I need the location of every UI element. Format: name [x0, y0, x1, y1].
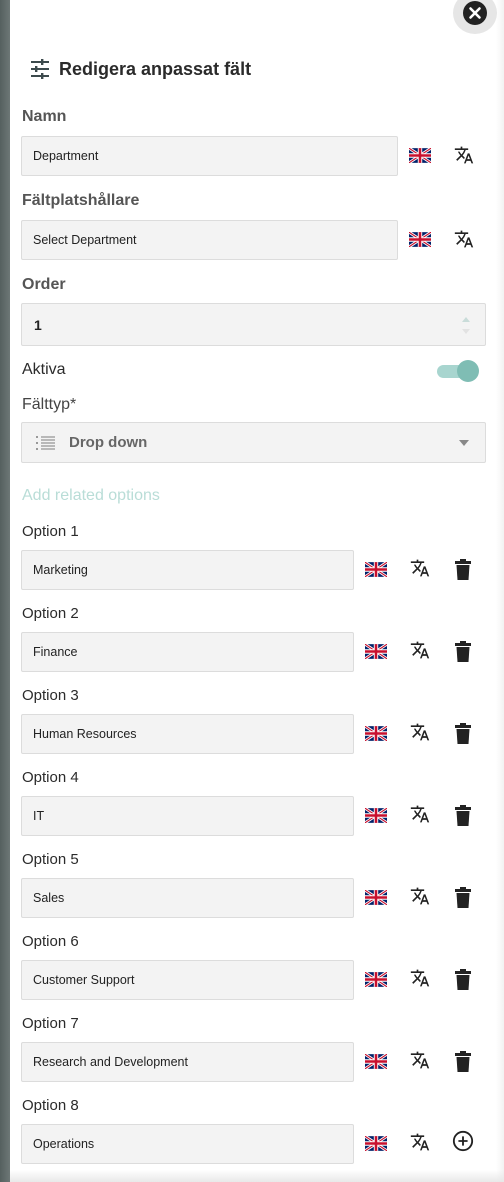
field-type-value: Drop down — [69, 434, 148, 451]
number-spinner-icon[interactable] — [461, 311, 471, 339]
delete-option-button[interactable] — [452, 641, 474, 663]
panel-header: Redigera anpassat fält — [30, 56, 251, 82]
order-value: 1 — [34, 316, 42, 333]
placeholder-label: Fältplatshållare — [22, 192, 140, 209]
order-number-input[interactable]: 1 — [21, 303, 486, 346]
option-label: Option 4 — [22, 769, 79, 786]
uk-flag-icon[interactable] — [409, 232, 431, 247]
tune-sliders-icon — [31, 59, 49, 79]
uk-flag-icon[interactable] — [365, 726, 387, 741]
edit-custom-field-panel — [10, 0, 504, 1182]
close-icon — [463, 1, 487, 25]
option-input[interactable]: Human Resources — [21, 714, 354, 754]
option-label: Option 2 — [22, 605, 79, 622]
name-field[interactable]: Department — [21, 136, 398, 176]
trash-icon — [455, 559, 471, 580]
placeholder-field[interactable]: Select Department — [21, 220, 398, 260]
uk-flag-icon[interactable] — [365, 1054, 387, 1069]
uk-flag-icon[interactable] — [365, 562, 387, 577]
active-toggle[interactable] — [437, 360, 479, 382]
delete-option-button[interactable] — [452, 1051, 474, 1073]
uk-flag-icon[interactable] — [365, 808, 387, 823]
option-label: Option 5 — [22, 851, 79, 868]
translate-icon[interactable] — [409, 803, 431, 825]
modal-backdrop[interactable] — [0, 0, 10, 1182]
translate-icon[interactable] — [409, 885, 431, 907]
translate-icon[interactable] — [409, 1049, 431, 1071]
option-label: Option 8 — [22, 1097, 79, 1114]
option-label: Option 7 — [22, 1015, 79, 1032]
trash-icon — [455, 641, 471, 662]
delete-option-button[interactable] — [452, 887, 474, 909]
field-type-select[interactable]: Drop down — [21, 422, 486, 463]
option-input[interactable]: IT — [21, 796, 354, 836]
plus-circle-icon — [452, 1130, 474, 1152]
translate-icon[interactable] — [409, 721, 431, 743]
list-icon — [36, 435, 55, 450]
field-type-label: Fälttyp* — [22, 396, 77, 413]
delete-option-button[interactable] — [452, 723, 474, 745]
panel-edge-shadow — [496, 0, 504, 1182]
uk-flag-icon[interactable] — [365, 972, 387, 987]
translate-icon[interactable] — [409, 557, 431, 579]
option-label: Option 1 — [22, 523, 79, 540]
option-input[interactable]: Research and Development — [21, 1042, 354, 1082]
trash-icon — [455, 723, 471, 744]
chevron-down-icon — [459, 440, 469, 446]
order-label: Order — [22, 276, 66, 293]
panel-bottom-fade — [10, 1170, 504, 1182]
page-title: Redigera anpassat fält — [59, 58, 252, 79]
toggle-knob — [457, 360, 479, 382]
option-input[interactable]: Sales — [21, 878, 354, 918]
translate-icon[interactable] — [453, 228, 475, 250]
translate-icon[interactable] — [409, 1131, 431, 1153]
option-input[interactable]: Operations — [21, 1124, 354, 1164]
option-input[interactable]: Marketing — [21, 550, 354, 590]
trash-icon — [455, 805, 471, 826]
trash-icon — [455, 887, 471, 908]
add-related-options-link[interactable]: Add related options — [22, 487, 160, 505]
uk-flag-icon[interactable] — [365, 890, 387, 905]
trash-icon — [455, 969, 471, 990]
add-option-button[interactable] — [452, 1130, 474, 1152]
active-label: Aktiva — [22, 361, 66, 378]
translate-icon[interactable] — [453, 144, 475, 166]
delete-option-button[interactable] — [452, 969, 474, 991]
uk-flag-icon[interactable] — [365, 644, 387, 659]
translate-icon[interactable] — [409, 967, 431, 989]
option-input[interactable]: Finance — [21, 632, 354, 672]
uk-flag-icon[interactable] — [409, 148, 431, 163]
option-label: Option 6 — [22, 933, 79, 950]
option-input[interactable]: Customer Support — [21, 960, 354, 1000]
option-label: Option 3 — [22, 687, 79, 704]
uk-flag-icon[interactable] — [365, 1136, 387, 1151]
name-label: Namn — [22, 108, 67, 125]
delete-option-button[interactable] — [452, 559, 474, 581]
delete-option-button[interactable] — [452, 805, 474, 827]
translate-icon[interactable] — [409, 639, 431, 661]
trash-icon — [455, 1051, 471, 1072]
